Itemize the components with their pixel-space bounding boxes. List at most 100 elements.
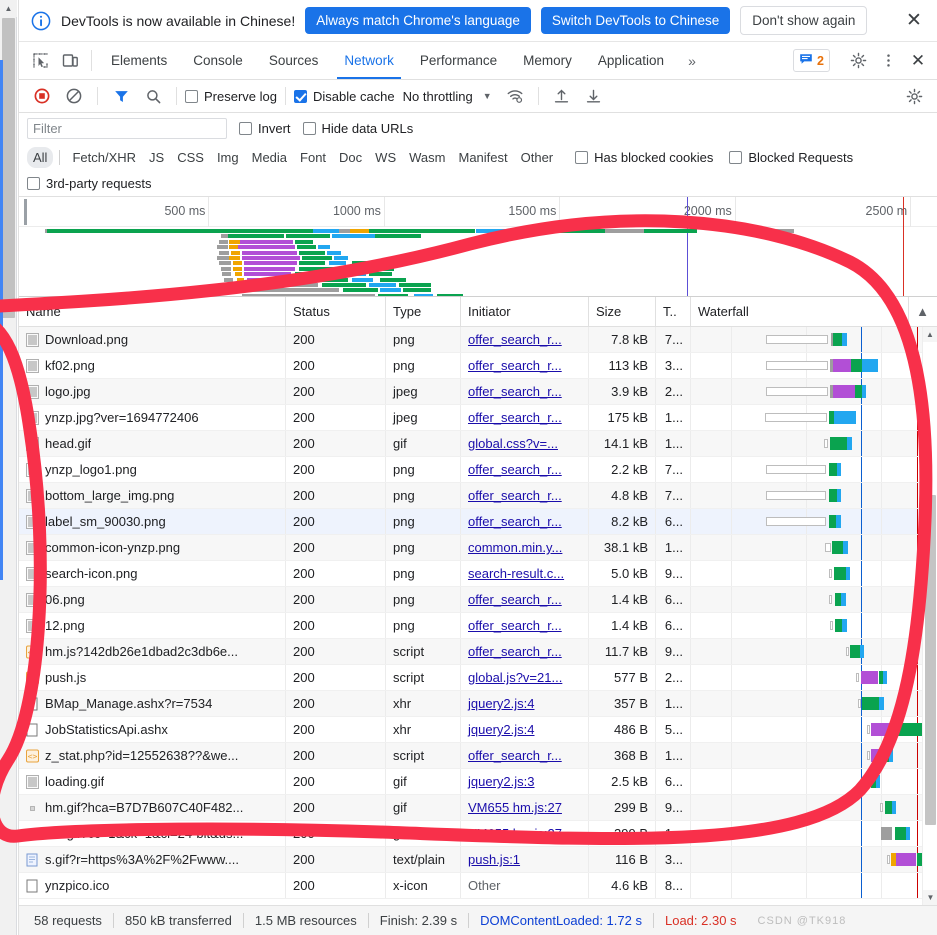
initiator-link[interactable]: offer_search_r... bbox=[468, 332, 562, 347]
filter-input[interactable] bbox=[27, 117, 227, 139]
cell-name[interactable]: 06.png bbox=[19, 587, 286, 612]
initiator-link[interactable]: jquery2.js:4 bbox=[468, 722, 534, 737]
cell-name[interactable]: bottom_large_img.png bbox=[19, 483, 286, 508]
table-row[interactable]: logo.jpg 200 jpeg offer_search_r... 3.9 kB 2.… bbox=[19, 379, 937, 405]
column-header-name[interactable]: Name bbox=[19, 297, 286, 326]
table-row[interactable]: ynzp.jpg?ver=1694772406 200 jpeg offer_sear… bbox=[19, 405, 937, 431]
inspect-element-icon[interactable] bbox=[25, 42, 55, 79]
initiator-link[interactable]: offer_search_r... bbox=[468, 592, 562, 607]
cell-name[interactable]: ynzpico.ico bbox=[19, 873, 286, 898]
column-header-waterfall[interactable]: Waterfall bbox=[691, 297, 910, 326]
tab-sources[interactable]: Sources bbox=[256, 42, 332, 79]
type-chip-img[interactable]: Img bbox=[211, 147, 245, 168]
scrollbar-thumb[interactable] bbox=[925, 495, 936, 825]
type-chip-js[interactable]: JS bbox=[143, 147, 170, 168]
table-row[interactable]: 06.png 200 png offer_search_r... 1.4 kB 6... bbox=[19, 587, 937, 613]
cell-name[interactable]: kf02.png bbox=[19, 353, 286, 378]
scroll-up-arrow-icon[interactable]: ▲ bbox=[923, 327, 937, 342]
initiator-link[interactable]: offer_search_r... bbox=[468, 358, 562, 373]
table-row[interactable]: loading.gif 200 gif jquery2.js:3 2.5 kB 6... bbox=[19, 769, 937, 795]
tab-console[interactable]: Console bbox=[180, 42, 256, 79]
initiator-link[interactable]: push.js:1 bbox=[468, 852, 520, 867]
column-header-status[interactable]: Status bbox=[286, 297, 386, 326]
preserve-log-checkbox[interactable]: Preserve log bbox=[185, 89, 277, 104]
cell-name[interactable]: loading.gif bbox=[19, 769, 286, 794]
sort-ascending-triangle-icon[interactable]: ▲ bbox=[909, 297, 937, 326]
table-vertical-scrollbar[interactable]: ▲ ▼ bbox=[922, 327, 937, 905]
table-row[interactable]: bottom_large_img.png 200 png offer_search_r… bbox=[19, 483, 937, 509]
export-har-download-icon[interactable] bbox=[579, 88, 609, 105]
initiator-link[interactable]: search-result.c... bbox=[468, 566, 564, 581]
network-overview-timeline[interactable]: 500 ms 1000 ms 1500 ms 2000 ms 2500 m bbox=[19, 197, 937, 297]
type-chip-css[interactable]: CSS bbox=[171, 147, 210, 168]
table-row[interactable]: hm.gif?hca=B7D7B607C40F482... 200 gif VM655… bbox=[19, 795, 937, 821]
tab-performance[interactable]: Performance bbox=[407, 42, 510, 79]
checkbox-box[interactable] bbox=[239, 121, 252, 135]
blocked-requests-checkbox[interactable]: Blocked Requests bbox=[729, 150, 853, 165]
cell-name[interactable]: <> z_stat.php?id=12552638??&we... bbox=[19, 743, 286, 768]
type-chip-fetch-xhr[interactable]: Fetch/XHR bbox=[66, 147, 142, 168]
table-row[interactable]: s.gif?r=https%3A%2F%2Fwww.... 200 text/pla… bbox=[19, 847, 937, 873]
table-row[interactable]: JobStatisticsApi.ashx 200 xhr jquery2.js:4 4… bbox=[19, 717, 937, 743]
cell-name[interactable]: ynzp_logo1.png bbox=[19, 457, 286, 482]
checkbox-box[interactable] bbox=[302, 121, 316, 135]
scroll-down-arrow-icon[interactable]: ▼ bbox=[923, 890, 937, 905]
clear-no-entry-icon[interactable] bbox=[59, 87, 89, 105]
checkbox-box[interactable] bbox=[27, 177, 40, 190]
initiator-link[interactable]: global.js?v=21... bbox=[468, 670, 562, 685]
table-row[interactable]: <> push.js 200 script global.js?v=21... 577 B… bbox=[19, 665, 937, 691]
checkbox-box[interactable] bbox=[185, 89, 198, 103]
close-icon[interactable]: ✕ bbox=[903, 51, 933, 71]
table-row[interactable]: common-icon-ynzp.png 200 png common.min.y..… bbox=[19, 535, 937, 561]
cell-name[interactable]: logo.jpg bbox=[19, 379, 286, 404]
type-chip-manifest[interactable]: Manifest bbox=[452, 147, 513, 168]
device-toolbar-icon[interactable] bbox=[55, 42, 85, 79]
close-icon[interactable]: ✕ bbox=[901, 8, 927, 34]
issues-badge[interactable]: 2 bbox=[793, 49, 830, 72]
cell-name[interactable]: common-icon-ynzp.png bbox=[19, 535, 286, 560]
cell-name[interactable]: 12.png bbox=[19, 613, 286, 638]
type-chip-media[interactable]: Media bbox=[246, 147, 293, 168]
tab-application[interactable]: Application bbox=[585, 42, 677, 79]
table-row[interactable]: search-icon.png 200 png search-result.c... 5… bbox=[19, 561, 937, 587]
initiator-link[interactable]: offer_search_r... bbox=[468, 644, 562, 659]
initiator-link[interactable]: offer_search_r... bbox=[468, 514, 562, 529]
gear-icon[interactable] bbox=[843, 52, 873, 69]
cell-name[interactable]: BMap_Manage.ashx?r=7534 bbox=[19, 691, 286, 716]
table-row[interactable]: kf02.png 200 png offer_search_r... 113 kB 3..… bbox=[19, 353, 937, 379]
more-vertical-icon[interactable] bbox=[873, 52, 903, 69]
cell-name[interactable]: head.gif bbox=[19, 431, 286, 456]
table-row[interactable]: 12.png 200 png offer_search_r... 1.4 kB 6... bbox=[19, 613, 937, 639]
table-row[interactable]: <> z_stat.php?id=12552638??&we... 200 scrip… bbox=[19, 743, 937, 769]
initiator-link[interactable]: offer_search_r... bbox=[468, 618, 562, 633]
switch-to-chinese-button[interactable]: Switch DevTools to Chinese bbox=[540, 7, 731, 34]
cell-name[interactable]: s.gif?r=https%3A%2F%2Fwww.... bbox=[19, 847, 286, 872]
throttling-select[interactable]: No throttling bbox=[403, 89, 473, 104]
record-stop-icon[interactable] bbox=[27, 87, 57, 105]
cell-name[interactable]: JobStatisticsApi.ashx bbox=[19, 717, 286, 742]
initiator-link[interactable]: common.min.y... bbox=[468, 540, 562, 555]
initiator-link[interactable]: VM655 hm.js:27 bbox=[468, 800, 562, 815]
has-blocked-cookies-checkbox[interactable]: Has blocked cookies bbox=[575, 150, 713, 165]
initiator-link[interactable]: VM655 hm.js:27 bbox=[468, 826, 562, 841]
cell-name[interactable]: hm.gif?hca=B7D7B607C40F482... bbox=[19, 795, 286, 820]
table-row[interactable]: <> hm.js?142db26e1dbad2c3db6e... 200 script… bbox=[19, 639, 937, 665]
dont-show-again-button[interactable]: Don't show again bbox=[740, 6, 868, 35]
initiator-link[interactable]: offer_search_r... bbox=[468, 462, 562, 477]
table-row[interactable]: head.gif 200 gif global.css?v=... 14.1 kB 1..… bbox=[19, 431, 937, 457]
initiator-link[interactable]: offer_search_r... bbox=[468, 748, 562, 763]
disable-cache-checkbox[interactable]: Disable cache bbox=[293, 89, 395, 104]
network-settings-gear-icon[interactable] bbox=[899, 88, 929, 105]
cell-name[interactable]: hm.gif?cc=1&ck=1&cl=24-bit&ds... bbox=[19, 821, 286, 846]
initiator-link[interactable]: jquery2.js:3 bbox=[468, 774, 534, 789]
tab-elements[interactable]: Elements bbox=[98, 42, 180, 79]
scroll-up-arrow-icon[interactable]: ▲ bbox=[0, 0, 17, 17]
cell-name[interactable]: <> push.js bbox=[19, 665, 286, 690]
initiator-link[interactable]: offer_search_r... bbox=[468, 410, 562, 425]
cell-name[interactable]: ynzp.jpg?ver=1694772406 bbox=[19, 405, 286, 430]
table-row[interactable]: ynzpico.ico 200 x-icon Other 4.6 kB 8... bbox=[19, 873, 937, 899]
table-row[interactable]: label_sm_90030.png 200 png offer_search_r..… bbox=[19, 509, 937, 535]
cell-name[interactable]: Download.png bbox=[19, 327, 286, 352]
cell-name[interactable]: <> hm.js?142db26e1dbad2c3db6e... bbox=[19, 639, 286, 664]
table-row[interactable]: ynzp_logo1.png 200 png offer_search_r... 2.2… bbox=[19, 457, 937, 483]
